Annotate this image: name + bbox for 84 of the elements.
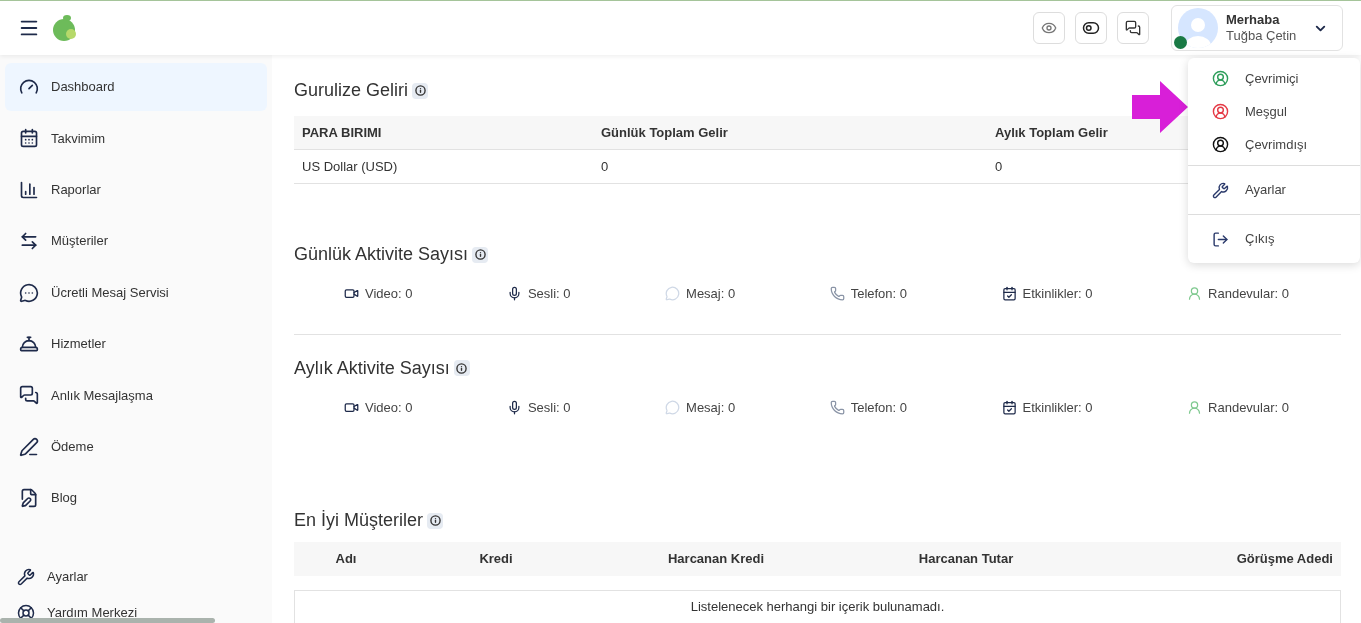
sidebar-item[interactable]: Takvimim xyxy=(5,114,267,163)
user-menu-button[interactable]: Merhaba Tuğba Çetin xyxy=(1171,5,1343,51)
calendar-icon xyxy=(19,128,39,149)
wrench-icon xyxy=(17,568,35,586)
microphone-icon xyxy=(506,286,522,302)
activity-count: Etkinlikler: 0 xyxy=(1022,398,1093,417)
eye-button[interactable] xyxy=(1033,12,1065,44)
activity-count: Sesli: 0 xyxy=(527,285,571,303)
column-header: Aylık Toplam Gelir xyxy=(995,123,1109,142)
column-header: Kredi xyxy=(478,550,514,569)
person-icon xyxy=(1187,399,1203,415)
sidebar-item[interactable]: Ayarlar xyxy=(5,559,100,595)
calendar-check-icon xyxy=(1001,399,1017,415)
eye-icon xyxy=(1041,20,1057,36)
greeting: Merhaba xyxy=(1226,11,1280,28)
column-header: PARA BIRIMI xyxy=(302,123,383,142)
calendar-check-icon xyxy=(1001,286,1017,302)
scrollbar[interactable] xyxy=(0,618,215,623)
section-title: Günlük Aktivite Sayısı xyxy=(294,243,469,266)
status-option[interactable]: Meşgul xyxy=(1188,95,1360,128)
info-icon[interactable] xyxy=(453,360,470,376)
arrows-icon xyxy=(19,231,39,252)
sidebar-item[interactable]: Yardım Merkezi xyxy=(5,595,150,623)
chat-bubbles-icon xyxy=(19,385,39,406)
column-header: Adı xyxy=(334,550,358,569)
sidebar-item[interactable]: Ödeme xyxy=(5,422,267,471)
column-header: Harcanan Tutar xyxy=(917,550,1015,569)
speech-bubble-icon xyxy=(665,286,681,302)
activity-count: Telefon: 0 xyxy=(850,285,908,303)
info-glyph-icon xyxy=(414,85,426,96)
bar-chart-icon xyxy=(19,179,39,200)
arrow-icon xyxy=(1132,81,1188,133)
table-cell-text: 0 xyxy=(601,157,610,176)
document-pen-icon xyxy=(19,488,39,509)
table-cell-text: US Dollar (USD) xyxy=(302,157,399,176)
activity-count: Mesaj: 0 xyxy=(686,285,736,303)
empty-state: Listelenecek herhangi bir içerik bulunamadı. xyxy=(294,590,1341,623)
phone-icon xyxy=(829,286,845,302)
section-title: Gurulize Geliri xyxy=(294,79,409,102)
toggle-button[interactable] xyxy=(1075,12,1107,44)
activity-count: Etkinlikler: 0 xyxy=(1022,285,1093,303)
activity-count: Randevular: 0 xyxy=(1208,398,1289,417)
chat-button[interactable] xyxy=(1117,12,1149,44)
speech-bubble-icon xyxy=(665,399,681,415)
activity-count: Video: 0 xyxy=(365,398,413,417)
chat-bubbles-icon xyxy=(1125,20,1141,36)
status-option[interactable]: Çevrimdışı xyxy=(1188,128,1360,161)
sidebar-item[interactable]: Anlık Mesajlaşma xyxy=(5,371,267,420)
toggle-icon xyxy=(1082,19,1100,37)
column-header: Günlük Toplam Gelir xyxy=(601,123,729,142)
menu-item[interactable]: Çıkış xyxy=(1188,223,1360,255)
info-glyph-icon xyxy=(429,515,441,526)
chat-dots-icon xyxy=(19,282,39,303)
info-glyph-icon xyxy=(474,249,486,260)
sidebar-item[interactable]: Müşteriler xyxy=(5,217,267,266)
sidebar-item[interactable]: Hizmetler xyxy=(5,319,267,368)
activity-count: Mesaj: 0 xyxy=(686,398,736,417)
phone-icon xyxy=(829,399,845,415)
status-option[interactable]: Çevrimiçi xyxy=(1188,62,1360,95)
gauge-icon xyxy=(19,77,39,97)
sidebar-item[interactable]: Dashboard xyxy=(5,63,267,111)
activity-count: Sesli: 0 xyxy=(527,398,571,417)
exit-icon xyxy=(1212,230,1229,248)
activity-count: Video: 0 xyxy=(365,285,413,303)
sidebar-item[interactable]: Blog xyxy=(5,474,267,523)
table-cell-text: 0 xyxy=(995,157,1004,176)
sidebar-item[interactable]: Raporlar xyxy=(5,165,267,214)
info-icon[interactable] xyxy=(412,82,429,99)
activity-count: Telefon: 0 xyxy=(850,398,908,417)
column-header: Görüşme Adedi xyxy=(1235,550,1333,569)
info-icon[interactable] xyxy=(472,246,489,263)
column-header: Harcanan Kredi xyxy=(666,550,766,569)
wrench-icon xyxy=(1212,181,1229,199)
menu-item[interactable]: Ayarlar xyxy=(1188,174,1360,206)
section-title: Aylık Aktivite Sayısı xyxy=(294,356,450,380)
section-title: En İyi Müşteriler xyxy=(294,509,424,532)
person-icon xyxy=(1187,286,1203,302)
info-icon[interactable] xyxy=(427,512,444,529)
microphone-icon xyxy=(506,399,522,415)
sidebar-item[interactable]: Ücretli Mesaj Servisi xyxy=(5,268,267,317)
pen-icon xyxy=(19,436,39,457)
user-name: Tuğba Çetin xyxy=(1226,28,1297,45)
info-glyph-icon xyxy=(456,362,468,374)
activity-count: Randevular: 0 xyxy=(1208,285,1289,303)
